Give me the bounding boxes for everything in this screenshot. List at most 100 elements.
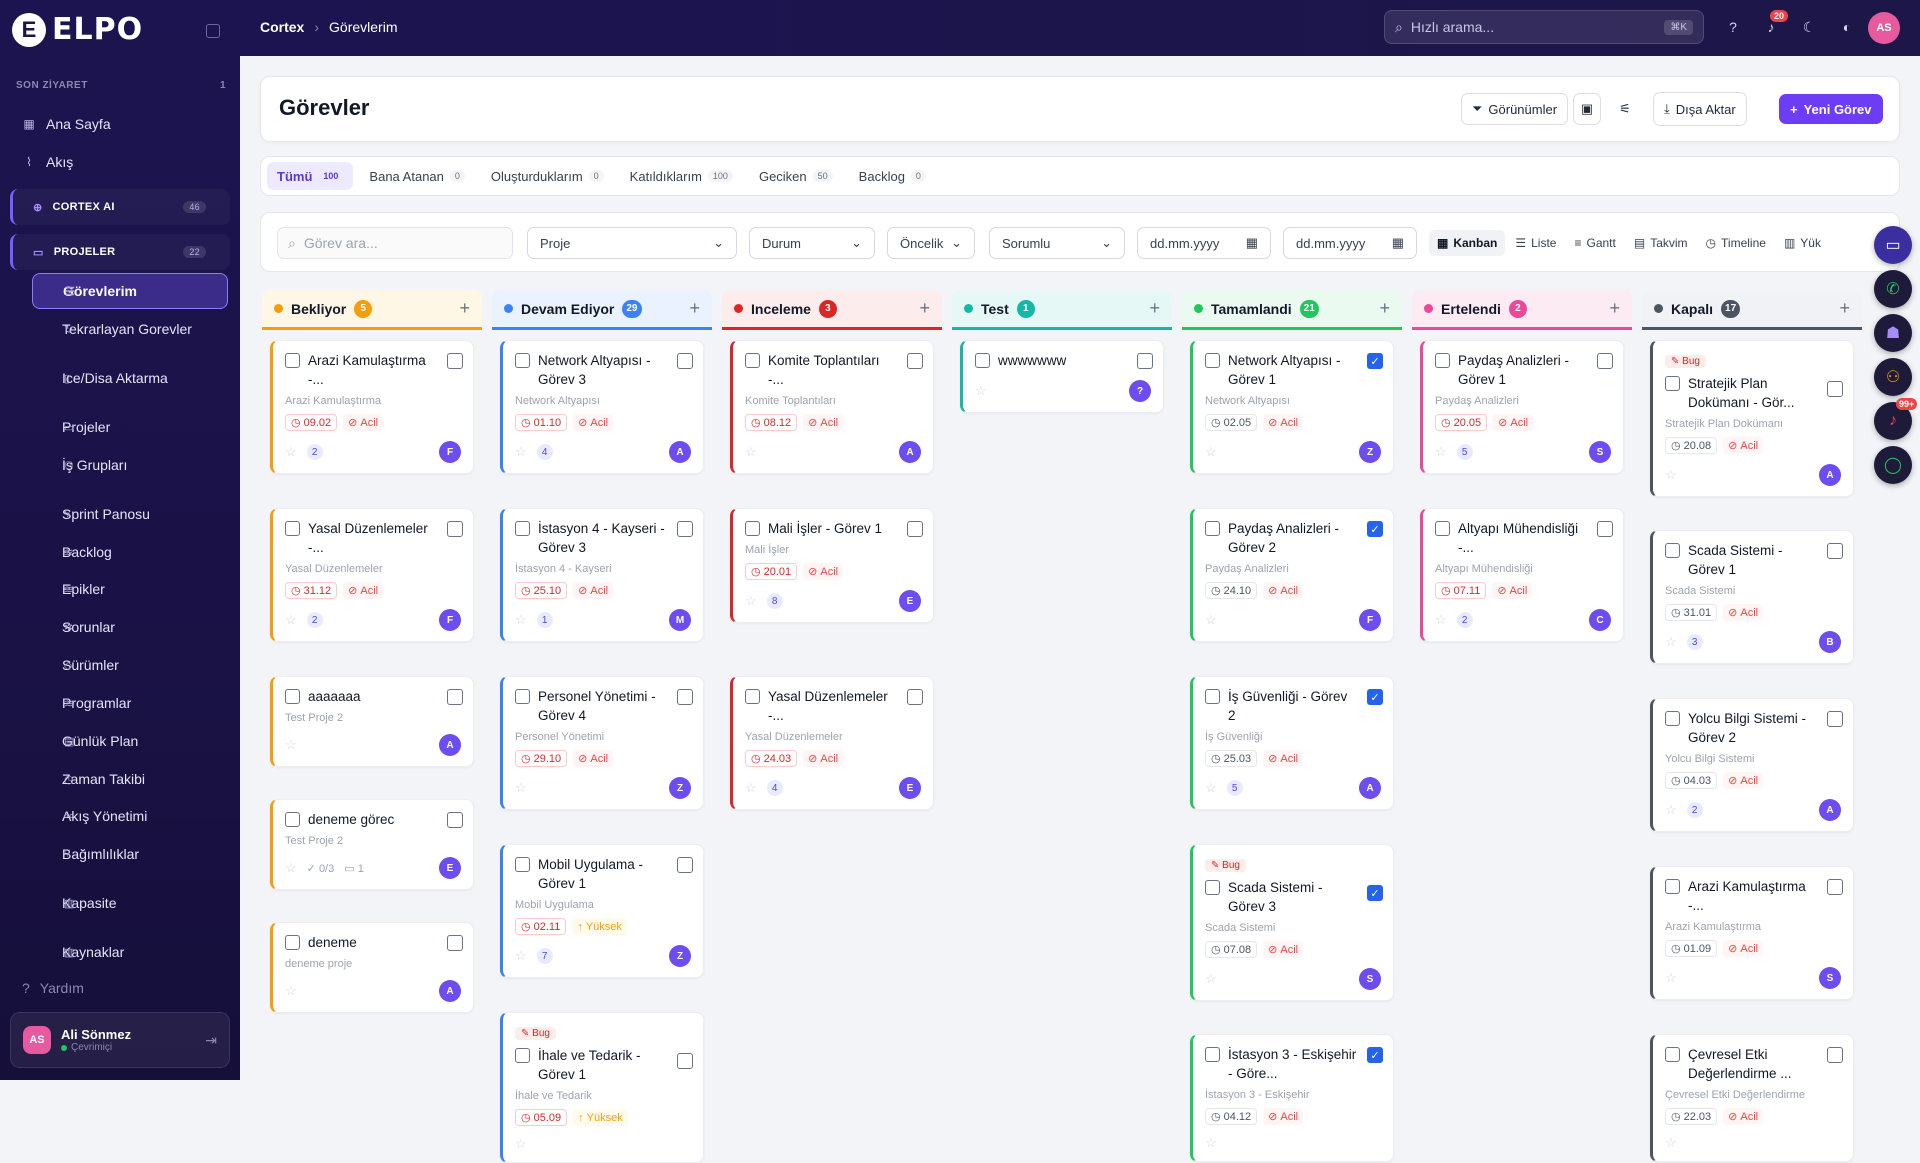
view-kanban[interactable]: ▦ Kanban bbox=[1429, 230, 1506, 256]
complete-checkbox[interactable] bbox=[907, 689, 923, 705]
add-card-icon[interactable]: + bbox=[1379, 298, 1390, 319]
projects-group[interactable]: ▭ PROJELER 22 bbox=[10, 234, 230, 270]
whatsapp-fab[interactable]: ◯ bbox=[1874, 446, 1912, 484]
task-card[interactable]: Çevresel Etki Değerlendirme ... Çevresel … bbox=[1650, 1034, 1854, 1162]
start-date-input[interactable]: dd.mm.yyyy ▦ bbox=[1137, 227, 1271, 259]
avatar[interactable]: A bbox=[1359, 777, 1381, 799]
add-card-icon[interactable]: + bbox=[1839, 298, 1850, 319]
avatar[interactable]: A bbox=[669, 441, 691, 463]
phone-fab[interactable]: ✆ bbox=[1874, 270, 1912, 308]
star-icon[interactable]: ☆ bbox=[1205, 1135, 1217, 1151]
task-card[interactable]: deneme görec Test Proje 2 ☆ ✓ 0/3 ▭ 1 E bbox=[270, 799, 474, 890]
add-card-icon[interactable]: + bbox=[919, 298, 930, 319]
task-card[interactable]: Paydaş Analizleri - Görev 1 Paydaş Analiz… bbox=[1420, 340, 1624, 474]
star-icon[interactable]: ☆ bbox=[745, 593, 757, 609]
bot-fab[interactable]: ☗ bbox=[1874, 314, 1912, 352]
add-card-icon[interactable]: + bbox=[459, 298, 470, 319]
avatar[interactable]: E bbox=[899, 777, 921, 799]
export-button[interactable]: ⤓ Dışa Aktar bbox=[1653, 92, 1747, 126]
avatar[interactable]: S bbox=[1589, 441, 1611, 463]
task-card[interactable]: Personel Yönetimi - Görev 4 Personel Yöne… bbox=[500, 676, 704, 810]
complete-checkbox[interactable]: ✓ bbox=[1367, 353, 1383, 369]
sidebar-collapse-icon[interactable] bbox=[206, 24, 220, 38]
complete-checkbox[interactable] bbox=[447, 812, 463, 828]
view-gantt[interactable]: ≡ Gantt bbox=[1566, 230, 1623, 256]
complete-checkbox[interactable] bbox=[447, 689, 463, 705]
bell-icon[interactable]: ♪ 20 bbox=[1762, 10, 1789, 36]
task-card[interactable]: Paydaş Analizleri - Görev 2 ✓ Paydaş Anali… bbox=[1190, 508, 1394, 642]
save-view-button[interactable]: ▣ bbox=[1573, 93, 1601, 125]
complete-checkbox[interactable] bbox=[907, 353, 923, 369]
notification-fab[interactable]: ♪ 99+ bbox=[1874, 398, 1918, 440]
star-icon[interactable]: ☆ bbox=[1205, 612, 1217, 628]
add-card-icon[interactable]: + bbox=[689, 298, 700, 319]
star-icon[interactable]: ☆ bbox=[975, 383, 987, 399]
select-checkbox[interactable] bbox=[1435, 521, 1450, 536]
task-card[interactable]: Network Altyapısı - Görev 1 ✓ Network Alty… bbox=[1190, 340, 1394, 474]
select-checkbox[interactable] bbox=[285, 353, 300, 368]
sidebar-item-bagimliliklar[interactable]: ⑂ Bağımlılıklar bbox=[32, 846, 228, 862]
star-icon[interactable]: ☆ bbox=[1205, 971, 1217, 987]
select-checkbox[interactable] bbox=[515, 353, 530, 368]
select-checkbox[interactable] bbox=[1205, 521, 1220, 536]
recent-section[interactable]: SON ZİYARET 1 bbox=[16, 80, 226, 91]
avatar[interactable]: Z bbox=[1359, 441, 1381, 463]
logo[interactable]: E ELPO bbox=[12, 12, 143, 47]
sidebar-item-backlog[interactable]: ≋ Backlog bbox=[32, 544, 228, 560]
complete-checkbox[interactable] bbox=[1827, 381, 1843, 397]
avatar[interactable]: F bbox=[439, 441, 461, 463]
tab-4[interactable]: Geciken 50 bbox=[749, 162, 843, 190]
task-card[interactable]: Yasal Düzenlemeler -... Yasal Düzenlemele… bbox=[730, 676, 934, 810]
select-checkbox[interactable] bbox=[1665, 879, 1680, 894]
view-list[interactable]: ☰ Liste bbox=[1507, 230, 1564, 256]
star-icon[interactable]: ☆ bbox=[515, 780, 527, 796]
sidebar-item-zaman-takibi[interactable]: ◷ Zaman Takibi bbox=[32, 771, 228, 787]
sidebar-item-kapasite[interactable]: ▥ Kapasite bbox=[32, 895, 228, 911]
avatar[interactable]: A bbox=[899, 441, 921, 463]
chat-fab[interactable]: ▭ bbox=[1874, 226, 1912, 264]
task-card[interactable]: Yolcu Bilgi Sistemi - Görev 2 Yolcu Bilgi… bbox=[1650, 698, 1854, 832]
avatar[interactable]: F bbox=[439, 609, 461, 631]
complete-checkbox[interactable] bbox=[677, 1053, 693, 1069]
avatar[interactable]: ? bbox=[1129, 380, 1151, 402]
star-icon[interactable]: ☆ bbox=[1435, 612, 1447, 628]
owner-select[interactable]: Sorumlu ⌄ bbox=[989, 227, 1125, 259]
tab-3[interactable]: Katıldıklarım 100 bbox=[620, 162, 743, 190]
task-card[interactable]: İstasyon 3 - Eskişehir - Göre... ✓ İstasyo… bbox=[1190, 1034, 1394, 1162]
avatar[interactable]: C bbox=[1589, 609, 1611, 631]
select-checkbox[interactable] bbox=[1665, 1047, 1680, 1062]
task-card[interactable]: Arazi Kamulaştırma -... Arazi Kamulaştırm… bbox=[1650, 866, 1854, 1000]
complete-checkbox[interactable]: ✓ bbox=[1367, 1047, 1383, 1063]
avatar[interactable]: A bbox=[439, 980, 461, 1002]
project-select[interactable]: Proje ⌄ bbox=[527, 227, 737, 259]
select-checkbox[interactable] bbox=[1205, 689, 1220, 704]
select-checkbox[interactable] bbox=[1205, 880, 1220, 895]
avatar[interactable]: F bbox=[1359, 609, 1381, 631]
sidebar-item-surumler[interactable]: ◇ Sürümler bbox=[32, 657, 228, 673]
task-card[interactable]: ✎ Bug Stratejik Plan Dokümanı - Gör... Str… bbox=[1650, 340, 1854, 497]
select-checkbox[interactable] bbox=[285, 935, 300, 950]
view-calendar[interactable]: ▤ Takvim bbox=[1626, 230, 1696, 256]
sidebar-item-tekrarlayan[interactable]: ↻ Tekrarlayan Gorevler bbox=[32, 321, 228, 337]
task-card[interactable]: Altyapı Mühendisliği -... Altyapı Mühendi… bbox=[1420, 508, 1624, 642]
select-checkbox[interactable] bbox=[1665, 543, 1680, 558]
star-icon[interactable]: ☆ bbox=[745, 780, 757, 796]
star-icon[interactable]: ☆ bbox=[515, 948, 527, 964]
select-checkbox[interactable] bbox=[1665, 376, 1680, 391]
star-icon[interactable]: ☆ bbox=[515, 612, 527, 628]
settings-button[interactable]: ⚟ bbox=[1611, 93, 1639, 125]
breadcrumb-root[interactable]: Cortex bbox=[260, 19, 304, 35]
view-timeline[interactable]: ◷ Timeline bbox=[1698, 230, 1774, 256]
complete-checkbox[interactable] bbox=[447, 935, 463, 951]
sidebar-item-sprint[interactable]: ϟ Sprint Panosu bbox=[32, 506, 228, 522]
avatar[interactable]: E bbox=[439, 857, 461, 879]
select-checkbox[interactable] bbox=[515, 857, 530, 872]
task-card[interactable]: Arazi Kamulaştırma -... Arazi Kamulaştırm… bbox=[270, 340, 474, 474]
sidebar-item-programlar[interactable]: ≋ Programlar bbox=[32, 695, 228, 711]
avatar[interactable]: A bbox=[1819, 464, 1841, 486]
star-icon[interactable]: ☆ bbox=[285, 860, 297, 876]
sidebar-item-gorevlerim[interactable]: ☰ Görevlerim bbox=[32, 273, 228, 309]
help-link[interactable]: ? Yardım bbox=[22, 980, 84, 996]
complete-checkbox[interactable]: ✓ bbox=[1367, 885, 1383, 901]
select-checkbox[interactable] bbox=[975, 353, 990, 368]
